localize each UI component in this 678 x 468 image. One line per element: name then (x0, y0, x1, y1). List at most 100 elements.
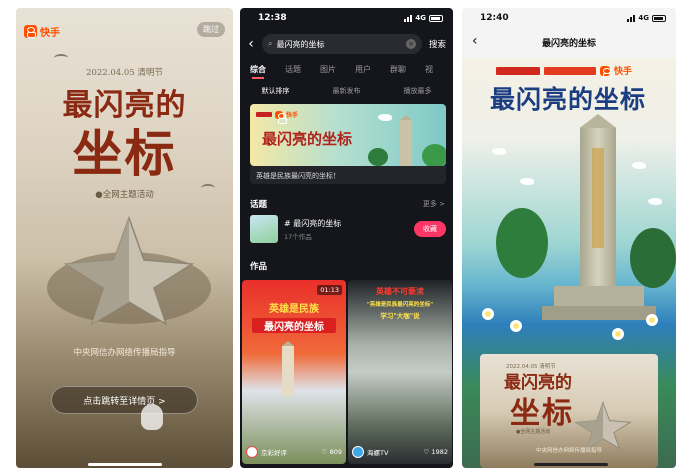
banner-title: 最闪亮的坐标 (262, 130, 353, 148)
splash-screen: 快手 跳过 2022.04.05 清明节 最闪亮的 坐标 ●全网主题活动 中央网… (16, 8, 233, 468)
activity-banner[interactable]: 快手 最闪亮的坐标 (250, 104, 446, 166)
topic-item[interactable]: # 最闪亮的坐标 17个作品 收藏 (250, 214, 446, 244)
hand-pointer-icon (141, 404, 163, 430)
card-author-line: 海螺TV ♡ 1982 (352, 446, 448, 458)
signal-icon (627, 14, 636, 22)
home-indicator (534, 463, 608, 466)
video-card[interactable]: 英雄不可亵渎 "英雄是民族最闪亮的坐标" 学习"大咖"说 海螺TV ♡ 1982 (348, 280, 452, 464)
search-button[interactable]: 搜索 (429, 38, 446, 50)
monument-icon (282, 346, 294, 396)
like-count: 1982 (431, 448, 448, 456)
logo-text: 快手 (614, 67, 633, 77)
tab-all[interactable]: 综合 (250, 64, 266, 79)
page-title: 最闪亮的坐标 (541, 38, 596, 49)
author-name: 京彩好评 (261, 449, 287, 457)
card-author-line: 京彩好评 ♡ 809 (246, 446, 342, 458)
dove-icon (378, 114, 392, 121)
card-label: "英雄是民族最闪亮的坐标" (366, 302, 434, 308)
dove-icon (648, 198, 662, 205)
star-monument-icon (574, 401, 632, 450)
avatar (352, 446, 364, 458)
banner-caption: 英雄是民族最闪亮的坐标！ (250, 166, 446, 184)
home-indicator (88, 463, 162, 466)
status-bar: 12:38 4G (240, 8, 453, 28)
brand-name: 快手 (40, 28, 60, 39)
topic-name: # 最闪亮的坐标 (284, 218, 342, 228)
tab-images[interactable]: 图片 (320, 64, 336, 75)
tab-video[interactable]: 视 (425, 64, 433, 75)
event-subtitle: ●全网主题活动 (95, 190, 154, 200)
activity-poster: 快手 最闪亮的坐标 2022.04.05 清明节 最闪亮的 坐标 ●全网主题活动… (462, 58, 676, 468)
partner-logos: 快手 (496, 64, 633, 79)
dove-icon (492, 148, 506, 155)
sort-latest[interactable]: 最新发布 (333, 86, 361, 96)
poster-title: 最闪亮的坐标 (490, 85, 647, 114)
search-icon: ⌕ (268, 39, 273, 48)
search-results-screen: 12:38 4G ‹ ⌕ 最闪亮的坐标 × 搜索 综合 话题 图片 用户 群聊 … (240, 8, 453, 468)
activity-page-screen: 12:40 4G ‹ 最闪亮的坐标 快手 最闪亮的坐标 2022.04.05 清… (462, 8, 676, 468)
tree-icon (496, 208, 548, 278)
tab-topics[interactable]: 话题 (285, 64, 301, 75)
title-line2: 坐标 (72, 124, 177, 183)
author-name: 海螺TV (367, 449, 389, 457)
network-label: 4G (638, 14, 649, 22)
search-row: ‹ ⌕ 最闪亮的坐标 × 搜索 (240, 32, 453, 56)
result-tabs: 综合 话题 图片 用户 群聊 视 (250, 64, 453, 79)
topics-heading: 话题 (250, 200, 268, 210)
nav-bar: ‹ 最闪亮的坐标 (462, 30, 676, 54)
event-date: 2022.04.05 清明节 (86, 68, 163, 78)
monument-base (554, 286, 644, 308)
sort-default[interactable]: 默认排序 (262, 86, 290, 96)
back-icon[interactable]: ‹ (240, 36, 262, 52)
tree-icon (368, 148, 388, 166)
monument-base (542, 306, 656, 320)
guidance-text: 中央网信办网络传播局指导 (535, 448, 602, 454)
tree-icon (630, 228, 676, 288)
kuaishou-logo-icon (275, 110, 287, 124)
sort-most-played[interactable]: 播放最多 (404, 86, 432, 96)
banner-brand: 快手 (286, 112, 299, 119)
more-link[interactable]: 更多 > (423, 199, 445, 209)
back-icon[interactable]: ‹ (472, 33, 478, 49)
status-time: 12:40 (480, 13, 509, 23)
card-label: 英雄不可亵渎 (376, 286, 424, 296)
tab-users[interactable]: 用户 (355, 64, 371, 75)
status-bar: 12:40 4G (462, 8, 676, 28)
kuaishou-logo-icon (24, 25, 37, 38)
partner-logo-icon (256, 112, 272, 117)
star-monument-icon (47, 215, 211, 326)
search-input[interactable]: ⌕ 最闪亮的坐标 × (262, 34, 422, 54)
topic-thumbnail (250, 215, 278, 243)
kuaishou-brand: 快手 (24, 24, 60, 39)
partner-logo-icon (544, 66, 596, 75)
signal-icon (404, 14, 413, 22)
flower-icon (510, 320, 522, 332)
event-subtitle: ●全网主题活动 (516, 429, 551, 435)
jump-to-details-button[interactable]: 点击跳转至详情页 > (51, 386, 198, 414)
skip-button[interactable]: 跳过 (197, 22, 225, 37)
bird-icon (54, 54, 68, 62)
monument-icon (400, 120, 412, 166)
flower-icon (612, 328, 624, 340)
collect-button[interactable]: 收藏 (414, 221, 446, 237)
dove-icon (520, 178, 534, 185)
flower-icon (482, 308, 494, 320)
card-label: 学习"大咖"说 (380, 312, 420, 320)
card-label: 最闪亮的坐标 (252, 318, 336, 333)
battery-icon (652, 14, 666, 22)
clear-icon[interactable]: × (406, 39, 416, 49)
heart-icon: ♡ (321, 448, 328, 456)
dove-icon (632, 162, 646, 169)
monument-icon (580, 128, 616, 288)
battery-icon (429, 14, 443, 22)
search-query: 最闪亮的坐标 (276, 39, 325, 49)
sort-options: 默认排序 最新发布 播放最多 (240, 86, 453, 96)
partner-logo-icon (496, 66, 540, 75)
topic-count: 17个作品 (284, 232, 312, 241)
video-card[interactable]: 01:13 英雄是民族 最闪亮的坐标 京彩好评 ♡ 809 (242, 280, 346, 464)
like-count: 809 (329, 448, 342, 456)
tree-icon (422, 144, 446, 166)
tab-groups[interactable]: 群聊 (390, 64, 406, 75)
guidance-text: 中央网信办网络传播局指导 (73, 348, 176, 358)
splash-preview[interactable]: 2022.04.05 清明节 最闪亮的 坐标 ●全网主题活动 中央网信办网络传播… (480, 354, 658, 468)
